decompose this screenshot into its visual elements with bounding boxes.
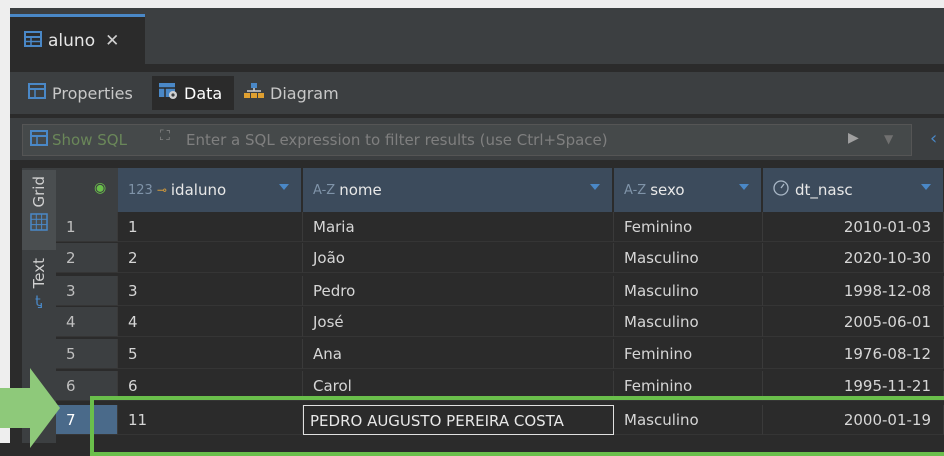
cell-dt-nasc[interactable]: 1998-12-08	[763, 276, 944, 306]
table-icon	[30, 130, 48, 150]
cell-sexo[interactable]: Feminino	[614, 339, 763, 369]
column-name: nome	[339, 181, 382, 199]
cell-sexo[interactable]: Masculino	[614, 307, 763, 337]
side-tab-text-label: Text	[30, 258, 48, 289]
text-type-icon: A-Z	[313, 182, 336, 198]
grid-icon	[30, 213, 48, 235]
window-frame-top	[0, 0, 944, 8]
data-grid-icon	[158, 82, 178, 104]
close-icon[interactable]: ✕	[105, 31, 119, 51]
chevron-down-icon[interactable]: ▼	[884, 132, 893, 146]
column-name: sexo	[650, 181, 685, 199]
number-type-icon: 123	[128, 182, 153, 198]
editor-tab-title: aluno	[48, 30, 96, 51]
tab-diagram[interactable]: Diagram	[238, 76, 356, 110]
cell-nome[interactable]: Ana	[303, 339, 614, 369]
history-icon[interactable]: ‹	[930, 128, 937, 149]
row-header-corner[interactable]: ◉	[56, 168, 118, 212]
side-tab-grid[interactable]: Grid	[22, 170, 56, 250]
column-header-idaluno[interactable]: 123 ⊸ idaluno	[118, 168, 302, 212]
cell-dt-nasc[interactable]: 2005-06-01	[763, 307, 944, 337]
table-row[interactable]: 5 5 Ana Feminino 1976-08-12	[56, 339, 944, 369]
column-header-nome[interactable]: A-Z nome	[303, 168, 613, 212]
sort-arrow-icon[interactable]	[921, 184, 931, 190]
highlight-box	[90, 396, 944, 456]
cell-idaluno[interactable]: 1	[118, 212, 303, 242]
cell-nome[interactable]: João	[303, 243, 614, 273]
side-tab-text[interactable]: Text Ꮏ	[22, 258, 56, 338]
cell-sexo[interactable]: Feminino	[614, 212, 763, 242]
row-number[interactable]: 1	[56, 212, 118, 242]
diagram-icon	[244, 82, 264, 104]
cell-sexo[interactable]: Masculino	[614, 276, 763, 306]
sort-arrow-icon[interactable]	[739, 184, 749, 190]
table-icon	[24, 30, 42, 51]
cell-nome[interactable]: Maria	[303, 212, 614, 242]
cell-idaluno[interactable]: 2	[118, 243, 303, 273]
row-number[interactable]: 4	[56, 307, 118, 337]
table-icon	[28, 83, 46, 103]
cell-idaluno[interactable]: 5	[118, 339, 303, 369]
cell-idaluno[interactable]: 3	[118, 276, 303, 306]
table-row[interactable]: 3 3 Pedro Masculino 1998-12-08	[56, 276, 944, 306]
sort-arrow-icon[interactable]	[590, 184, 600, 190]
filter-input[interactable]	[186, 128, 686, 152]
cell-dt-nasc[interactable]: 2010-01-03	[763, 212, 944, 242]
tab-properties[interactable]: Properties	[22, 76, 148, 110]
tab-data-label: Data	[184, 83, 223, 103]
cell-dt-nasc[interactable]: 2020-10-30	[763, 243, 944, 273]
editor-tab-bar	[10, 8, 944, 64]
table-row[interactable]: 1 1 Maria Feminino 2010-01-03	[56, 212, 944, 242]
row-number[interactable]: 3	[56, 276, 118, 306]
clock-icon	[773, 180, 789, 200]
cell-nome[interactable]: José	[303, 307, 614, 337]
tab-diagram-label: Diagram	[270, 83, 339, 103]
show-sql-button[interactable]: Show SQL	[30, 126, 127, 154]
tab-data[interactable]: Data	[152, 76, 234, 110]
run-filter-icon[interactable]: ▶	[848, 130, 859, 146]
sort-arrow-icon[interactable]	[279, 184, 289, 190]
text-icon: Ꮏ	[35, 294, 43, 311]
table-row[interactable]: 2 2 João Masculino 2020-10-30	[56, 243, 944, 273]
expand-icon[interactable]: ⛶	[160, 128, 170, 144]
column-header-dt-nasc[interactable]: dt_nasc	[763, 168, 944, 212]
table-row[interactable]: 4 4 José Masculino 2005-06-01	[56, 307, 944, 337]
side-tab-grid-label: Grid	[30, 176, 48, 208]
record-mode-icon: ◉	[94, 180, 107, 196]
row-number[interactable]: 2	[56, 243, 118, 273]
cell-nome[interactable]: Pedro	[303, 276, 614, 306]
column-header-sexo[interactable]: A-Z sexo	[614, 168, 762, 212]
cell-idaluno[interactable]: 4	[118, 307, 303, 337]
editor-tab-aluno[interactable]: aluno ✕	[10, 14, 145, 64]
show-sql-label: Show SQL	[52, 131, 127, 149]
text-type-icon: A-Z	[624, 182, 647, 198]
cell-dt-nasc[interactable]: 1976-08-12	[763, 339, 944, 369]
arrow-annotation	[0, 368, 60, 448]
row-number[interactable]: 5	[56, 339, 118, 369]
column-name: idaluno	[170, 181, 227, 199]
key-icon: ⊸	[156, 183, 167, 197]
column-name: dt_nasc	[795, 181, 853, 199]
subtab-bar	[10, 72, 944, 114]
cell-sexo[interactable]: Masculino	[614, 243, 763, 273]
tab-properties-label: Properties	[52, 83, 133, 103]
